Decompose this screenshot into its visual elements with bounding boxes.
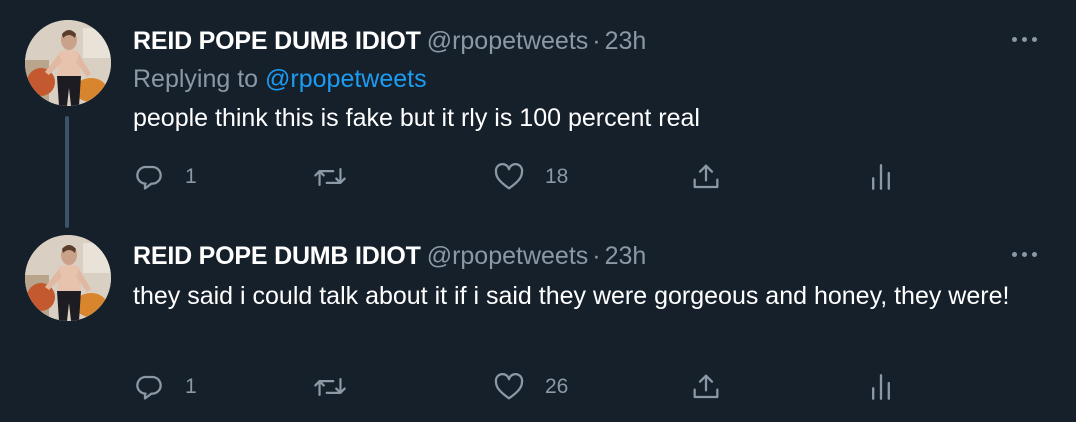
more-icon	[1012, 252, 1017, 257]
analytics-button[interactable]	[868, 367, 894, 407]
tweet-actions: 1 18	[0, 157, 1076, 197]
like-count: 18	[545, 165, 569, 188]
reply-button[interactable]: 1	[133, 157, 197, 197]
tweet-thread: REID POPE DUMB IDIOT @rpopetweets · 23h Rep…	[0, 0, 1076, 422]
replying-to-line: Replying to @rpopetweets	[133, 64, 427, 94]
like-button[interactable]: 26	[493, 367, 568, 407]
tweet-header: REID POPE DUMB IDIOT @rpopetweets · 23h	[133, 26, 646, 56]
like-count: 26	[545, 375, 569, 398]
analytics-icon	[872, 164, 890, 190]
replying-to-mention[interactable]: @rpopetweets	[265, 65, 427, 93]
tweet[interactable]: REID POPE DUMB IDIOT @rpopetweets · 23h the…	[0, 215, 1076, 422]
share-icon	[693, 164, 719, 189]
more-icon-dot	[1022, 37, 1027, 42]
more-icon-dot	[1032, 252, 1037, 257]
tweet-text: people think this is fake but it rly is …	[133, 104, 700, 132]
heart-icon	[494, 372, 524, 400]
user-handle[interactable]: @rpopetweets	[427, 242, 589, 270]
reply-count: 1	[185, 375, 197, 398]
separator-dot: ·	[592, 27, 601, 55]
replying-to-label: Replying to	[133, 65, 259, 93]
more-icon	[1012, 37, 1017, 42]
retweet-button[interactable]	[313, 157, 347, 197]
separator-dot: ·	[592, 242, 601, 270]
timestamp[interactable]: 23h	[605, 242, 647, 270]
more-options-button[interactable]	[1010, 243, 1040, 267]
tweet-header: REID POPE DUMB IDIOT @rpopetweets · 23h	[133, 241, 646, 271]
reply-icon	[136, 375, 162, 400]
reply-button[interactable]: 1	[133, 367, 197, 407]
avatar-photo	[25, 20, 111, 106]
retweet-icon	[314, 168, 346, 186]
analytics-icon	[872, 374, 890, 400]
user-handle[interactable]: @rpopetweets	[427, 27, 589, 55]
display-name[interactable]: REID POPE DUMB IDIOT	[133, 242, 421, 270]
heart-icon	[494, 162, 524, 190]
share-icon	[693, 374, 719, 399]
avatar[interactable]	[25, 235, 111, 321]
retweet-icon	[314, 378, 346, 396]
share-button[interactable]	[690, 157, 722, 197]
tweet[interactable]: REID POPE DUMB IDIOT @rpopetweets · 23h Rep…	[0, 0, 1076, 228]
retweet-button[interactable]	[313, 367, 347, 407]
avatar[interactable]	[25, 20, 111, 106]
reply-count: 1	[185, 165, 197, 188]
avatar-photo	[25, 235, 111, 321]
share-button[interactable]	[690, 367, 722, 407]
tweet-text: they said i could talk about it if i sai…	[133, 282, 1010, 310]
display-name[interactable]: REID POPE DUMB IDIOT	[133, 27, 421, 55]
reply-icon	[136, 165, 162, 190]
analytics-button[interactable]	[868, 157, 894, 197]
tweet-actions: 1 26	[0, 367, 1076, 407]
more-icon-dot	[1032, 37, 1037, 42]
more-options-button[interactable]	[1010, 28, 1040, 52]
like-button[interactable]: 18	[493, 157, 568, 197]
more-icon-dot	[1022, 252, 1027, 257]
timestamp[interactable]: 23h	[605, 27, 647, 55]
